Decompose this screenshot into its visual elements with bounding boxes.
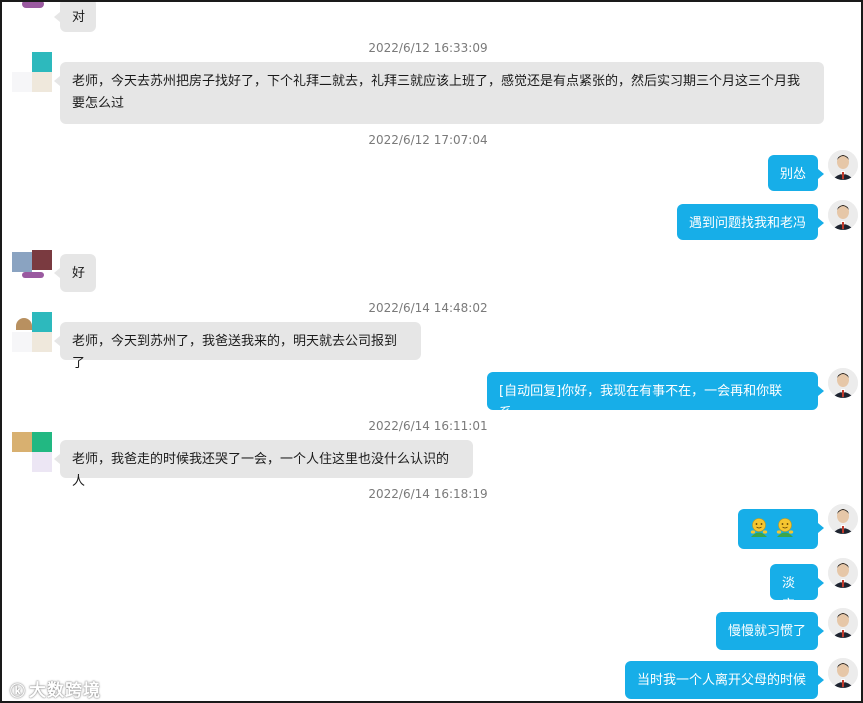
message-text: [自动回复]你好，我现在有事不在，一会再和你联系。 <box>499 384 783 421</box>
message-timestamp: 2022/6/14 16:11:01 <box>368 419 488 433</box>
message-bubble-outgoing[interactable]: 慢慢就习惯了 <box>716 612 824 650</box>
message-bubble-outgoing[interactable]: 当时我一个人离开父母的时候 <box>625 661 824 699</box>
student-avatar[interactable] <box>12 2 54 22</box>
message-text: 老师，今天去苏州把房子找好了，下个礼拜二就去，礼拜三就应该上班了，感觉还是有点紧… <box>72 74 801 111</box>
teacher-portrait-icon <box>828 150 858 180</box>
message-bubble-incoming[interactable]: 老师，我爸走的时候我还哭了一会，一个人住这里也没什么认识的人 <box>54 440 473 489</box>
teacher-portrait-icon <box>828 504 858 534</box>
message-bubble-incoming[interactable]: 老师，今天去苏州把房子找好了，下个礼拜二就去，礼拜三就应该上班了，感觉还是有点紧… <box>54 62 824 124</box>
message-bubble-outgoing[interactable]: 别怂 <box>768 155 824 191</box>
message-text: 当时我一个人离开父母的时候 <box>637 673 807 688</box>
teacher-portrait-icon <box>828 658 858 688</box>
message-bubble-incoming[interactable]: 老师，今天到苏州了，我爸送我来的，明天就去公司报到了 <box>54 322 421 371</box>
hug-emoji-icon <box>750 518 768 537</box>
hug-emoji-icon <box>776 518 794 537</box>
teacher-avatar[interactable] <box>828 200 858 230</box>
message-text: 遇到问题找我和老冯 <box>689 216 807 231</box>
message-timestamp: 2022/6/12 16:33:09 <box>368 41 488 55</box>
teacher-portrait-icon <box>828 608 858 638</box>
message-text: 老师，今天到苏州了，我爸送我来的，明天就去公司报到了 <box>72 334 398 371</box>
chat-window[interactable]: 对 2022/6/12 16:33:09 老师，今天去苏州把房子找好了，下个礼拜… <box>0 0 863 703</box>
message-text: 别怂 <box>780 167 807 182</box>
teacher-avatar[interactable] <box>828 504 858 534</box>
message-text: 慢慢就习惯了 <box>728 624 807 639</box>
message-text: 淡定 <box>782 576 796 613</box>
message-bubble-outgoing[interactable] <box>738 509 824 549</box>
message-bubble-outgoing[interactable]: 淡定 <box>770 564 824 613</box>
student-avatar[interactable] <box>12 52 54 94</box>
message-bubble-incoming[interactable]: 好 <box>54 254 96 292</box>
teacher-portrait-icon <box>828 558 858 588</box>
message-text: 对 <box>72 10 86 25</box>
message-timestamp: 2022/6/14 14:48:02 <box>368 301 488 315</box>
teacher-portrait-icon <box>828 200 858 230</box>
message-bubble-outgoing[interactable]: 遇到问题找我和老冯 <box>677 204 824 240</box>
message-text: 老师，我爸走的时候我还哭了一会，一个人住这里也没什么认识的人 <box>72 452 450 489</box>
teacher-avatar[interactable] <box>828 658 858 688</box>
teacher-avatar[interactable] <box>828 608 858 638</box>
teacher-avatar[interactable] <box>828 368 858 398</box>
message-timestamp: 2022/6/14 16:18:19 <box>368 487 488 501</box>
student-avatar[interactable] <box>12 432 54 474</box>
message-bubble-outgoing[interactable]: [自动回复]你好，我现在有事不在，一会再和你联系。 <box>487 372 824 421</box>
teacher-avatar[interactable] <box>828 558 858 588</box>
message-text: 好 <box>72 266 86 281</box>
teacher-portrait-icon <box>828 368 858 398</box>
watermark-logo-icon: ⓚ <box>10 682 27 700</box>
watermark: ⓚ 大数跨境 <box>10 676 101 701</box>
message-bubble-incoming[interactable]: 对 <box>54 2 96 32</box>
student-avatar[interactable] <box>12 250 54 292</box>
teacher-avatar[interactable] <box>828 150 858 180</box>
message-timestamp: 2022/6/12 17:07:04 <box>368 133 488 147</box>
watermark-text: 大数跨境 <box>29 681 102 701</box>
student-avatar[interactable] <box>12 312 54 354</box>
